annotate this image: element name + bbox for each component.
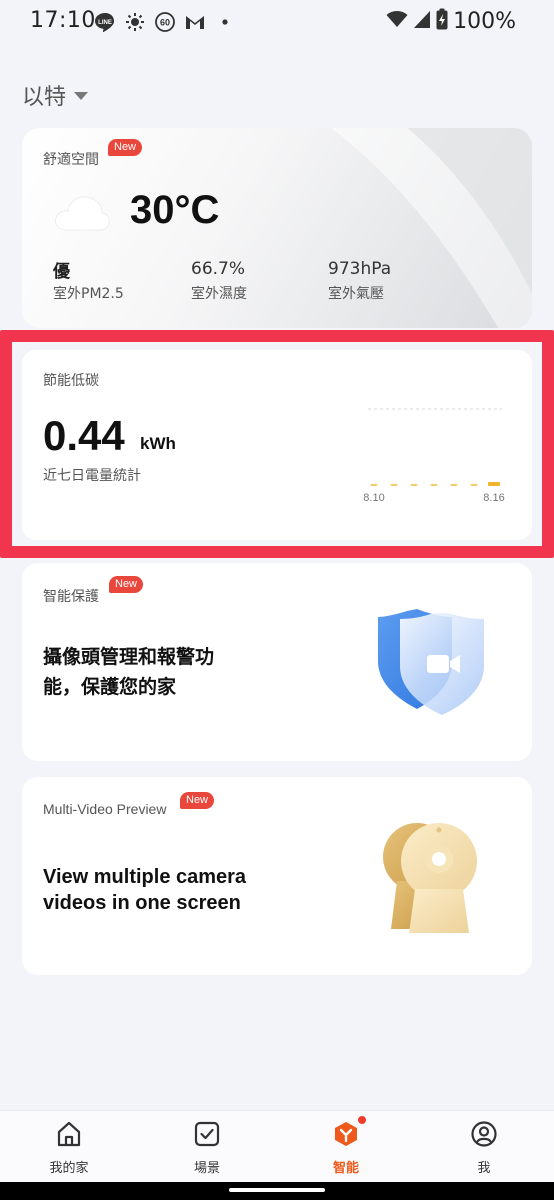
line-icon: LINE — [94, 11, 116, 33]
protect-title-line-1: 攝像頭管理和報警功 — [43, 646, 215, 668]
home-name: 以特 — [22, 85, 67, 110]
wifi-icon — [386, 9, 408, 33]
home-icon — [57, 1121, 81, 1147]
home-selector[interactable]: 以特 — [22, 79, 89, 111]
nav-label-smart: 智能 — [332, 1161, 359, 1176]
svg-text:60: 60 — [160, 18, 170, 28]
camera-stack-icon — [383, 823, 477, 933]
pm25-label: 室外PM2.5 — [53, 286, 124, 302]
svg-text:LINE: LINE — [98, 20, 112, 26]
chart-bar-8.13 — [430, 484, 438, 486]
multivideo-card-label: Multi-Video Preview — [43, 801, 167, 817]
new-badge: New — [180, 792, 215, 809]
cell-signal-icon — [413, 9, 431, 33]
pm25-value: 優 — [53, 262, 70, 282]
multivideo-title-line-2: videos in one screen — [43, 892, 241, 914]
scene-check-icon — [194, 1121, 220, 1147]
protect-title-line-2: 能，保護您的家 — [43, 676, 177, 698]
bottom-nav: 我的家 場景 智能 我 — [0, 1110, 554, 1182]
energy-card-label: 節能低碳 — [43, 373, 99, 389]
nav-label-scenes: 場景 — [193, 1161, 220, 1176]
chart-bar-8.11 — [390, 484, 398, 486]
temperature-value: 30°C — [130, 188, 220, 232]
pressure-label: 室外氣壓 — [328, 286, 384, 302]
chart-bar-8.15 — [470, 484, 478, 486]
notification-dot — [357, 1115, 367, 1125]
shield-camera-icon — [378, 609, 484, 715]
battery-icon — [436, 8, 448, 34]
nav-tab-home[interactable]: 我的家 — [29, 1119, 109, 1176]
pressure-value: 973hPa — [328, 259, 392, 279]
status-bar: 17:10 LINE 60 100% — [0, 0, 554, 50]
new-badge: New — [108, 139, 143, 156]
nav-label-me: 我 — [477, 1161, 491, 1176]
energy-value: 0.44 — [43, 412, 125, 459]
caret-down-icon — [74, 92, 89, 100]
chart-bar-8.12 — [410, 484, 418, 486]
gesture-bar — [0, 1182, 554, 1200]
smart-icon — [331, 1115, 367, 1149]
chart-bar-8.14 — [450, 484, 458, 486]
system-icons: 100% — [386, 8, 516, 34]
multivideo-title-line-1: View multiple camera — [43, 866, 247, 888]
nav-label-home: 我的家 — [49, 1161, 89, 1176]
x-tick-first: 8.10 — [363, 492, 384, 504]
nav-tab-scenes[interactable]: 場景 — [167, 1119, 247, 1176]
energy-saving-card[interactable]: 節能低碳 0.44 kWh 近七日電量統計 8.10 8.16 — [22, 350, 532, 540]
comfort-space-card[interactable]: 舒適空間 New 30°C 優 室外PM2.5 66.7% 室外濕度 973hP… — [22, 128, 532, 328]
battery-percent: 100% — [453, 8, 516, 34]
chart-bar-8.10 — [370, 484, 378, 486]
cloud-icon — [54, 196, 110, 231]
profile-icon — [471, 1121, 497, 1147]
nav-tab-me[interactable]: 我 — [444, 1119, 524, 1176]
dot-icon — [214, 11, 236, 33]
multi-video-card[interactable]: Multi-Video Preview New View multiple ca… — [22, 777, 532, 975]
chart-bar-8.16 — [488, 482, 500, 486]
comfort-card-label: 舒適空間 — [43, 152, 99, 168]
sun-icon — [124, 11, 146, 33]
notification-icons: LINE 60 — [94, 11, 236, 33]
home-indicator[interactable] — [229, 1188, 325, 1192]
humidity-label: 室外濕度 — [191, 286, 247, 302]
energy-mini-chart: 8.10 8.16 — [363, 408, 505, 504]
humidity-value: 66.7% — [191, 259, 246, 279]
protect-card-title: 攝像頭管理和報警功 能，保護您的家 — [43, 642, 214, 702]
x-tick-last: 8.16 — [483, 492, 504, 504]
badge-60-icon: 60 — [154, 11, 176, 33]
multivideo-card-title: View multiple camera videos in one scree… — [43, 864, 246, 916]
gmail-icon — [184, 11, 206, 33]
protect-card-label: 智能保護 — [43, 589, 99, 605]
nav-tab-smart[interactable]: 智能 — [306, 1115, 386, 1176]
new-badge: New — [109, 576, 144, 593]
smart-protection-card[interactable]: 智能保護 New 攝像頭管理和報警功 能，保護您的家 — [22, 563, 532, 761]
energy-subtitle: 近七日電量統計 — [43, 468, 141, 484]
status-time: 17:10 — [30, 8, 96, 33]
energy-unit: kWh — [140, 434, 176, 453]
